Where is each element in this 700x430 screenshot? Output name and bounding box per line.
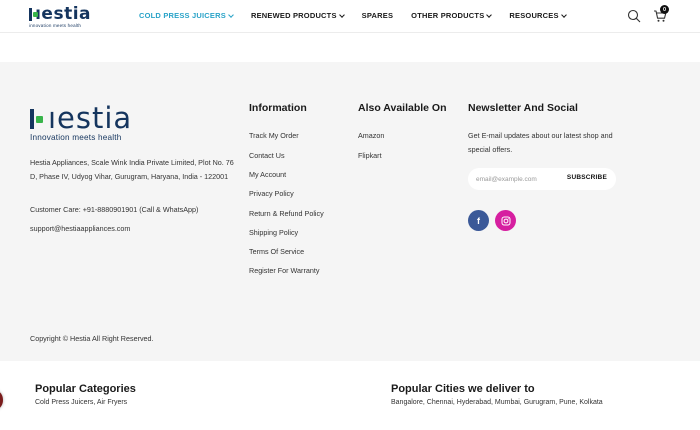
subscribe-button[interactable]: SUBSCRIBE xyxy=(567,174,607,181)
newsletter-form: SUBSCRIBE xyxy=(468,168,616,190)
link-terms-of-service[interactable]: Terms Of Service xyxy=(249,247,304,256)
customer-care: Customer Care: +91-8880901901 (Call & Wh… xyxy=(30,205,199,214)
logo-text: ıestia xyxy=(35,4,91,24)
copyright-text: Copyright © Hestia All Right Reserved. xyxy=(30,334,154,343)
nav-item-resources[interactable]: RESOURCES xyxy=(509,11,567,20)
chevron-down-icon xyxy=(486,11,493,18)
cart-count-badge: 0 xyxy=(660,5,669,14)
support-email[interactable]: support@hestiaappliances.com xyxy=(30,224,130,233)
nav-item-cold-press-juicers[interactable]: COLD PRESS JUICERS xyxy=(139,11,234,20)
chat-widget-icon[interactable] xyxy=(0,391,3,409)
footer-logo-text: ıestia xyxy=(48,101,133,135)
link-track-my-order[interactable]: Track My Order xyxy=(249,131,299,140)
header-logo[interactable]: ıestia innovation meets health xyxy=(29,6,91,30)
link-shipping-policy[interactable]: Shipping Policy xyxy=(249,228,298,237)
logo-mark-icon xyxy=(29,7,38,21)
chevron-down-icon xyxy=(560,11,567,18)
instagram-icon[interactable] xyxy=(495,210,516,231)
logo-wordmark: ıestia xyxy=(29,4,91,24)
site-header: ıestia innovation meets health COLD PRES… xyxy=(0,0,700,33)
nav-item-renewed-products[interactable]: RENEWED PRODUCTS xyxy=(251,11,345,20)
nav-item-spares[interactable]: SPARES xyxy=(362,11,394,20)
newsletter-title: Newsletter And Social xyxy=(468,102,578,114)
logo-mark-icon xyxy=(30,107,46,129)
company-address: Hestia Appliances, Scale Wink India Priv… xyxy=(30,158,234,181)
link-amazon[interactable]: Amazon xyxy=(358,131,384,140)
link-contact-us[interactable]: Contact Us xyxy=(249,151,285,160)
popular-categories-list: Cold Press Juicers, Air Fryers xyxy=(35,399,128,406)
link-return-refund-policy[interactable]: Return & Refund Policy xyxy=(249,209,324,218)
available-on-title: Also Available On xyxy=(358,102,447,114)
footer-logo[interactable]: ıestia Innovation meets health xyxy=(30,104,132,142)
newsletter-email-input[interactable] xyxy=(476,175,564,183)
facebook-icon[interactable]: f xyxy=(468,210,489,231)
newsletter-description: Get E-mail updates about our latest shop… xyxy=(468,131,613,154)
link-privacy-policy[interactable]: Privacy Policy xyxy=(249,189,294,198)
footer-logo-wordmark: ıestia xyxy=(30,101,133,135)
popular-categories-title: Popular Categories xyxy=(35,383,136,395)
popular-cities-title: Popular Cities we deliver to xyxy=(391,383,535,395)
footer-logo-tagline: Innovation meets health xyxy=(30,133,122,142)
link-my-account[interactable]: My Account xyxy=(249,170,286,179)
nav-item-other-products[interactable]: OTHER PRODUCTS xyxy=(411,11,493,20)
popular-cities-list: Bangalore, Chennai, Hyderabad, Mumbai, G… xyxy=(391,399,603,406)
main-nav: COLD PRESS JUICERS RENEWED PRODUCTS SPAR… xyxy=(139,11,567,20)
chevron-down-icon xyxy=(338,11,345,18)
search-icon[interactable] xyxy=(627,9,641,23)
instagram-glyph-icon xyxy=(501,216,510,225)
information-title: Information xyxy=(249,102,307,114)
link-register-for-warranty[interactable]: Register For Warranty xyxy=(249,266,319,275)
chevron-down-icon xyxy=(228,11,234,18)
link-flipkart[interactable]: Flipkart xyxy=(358,151,382,160)
